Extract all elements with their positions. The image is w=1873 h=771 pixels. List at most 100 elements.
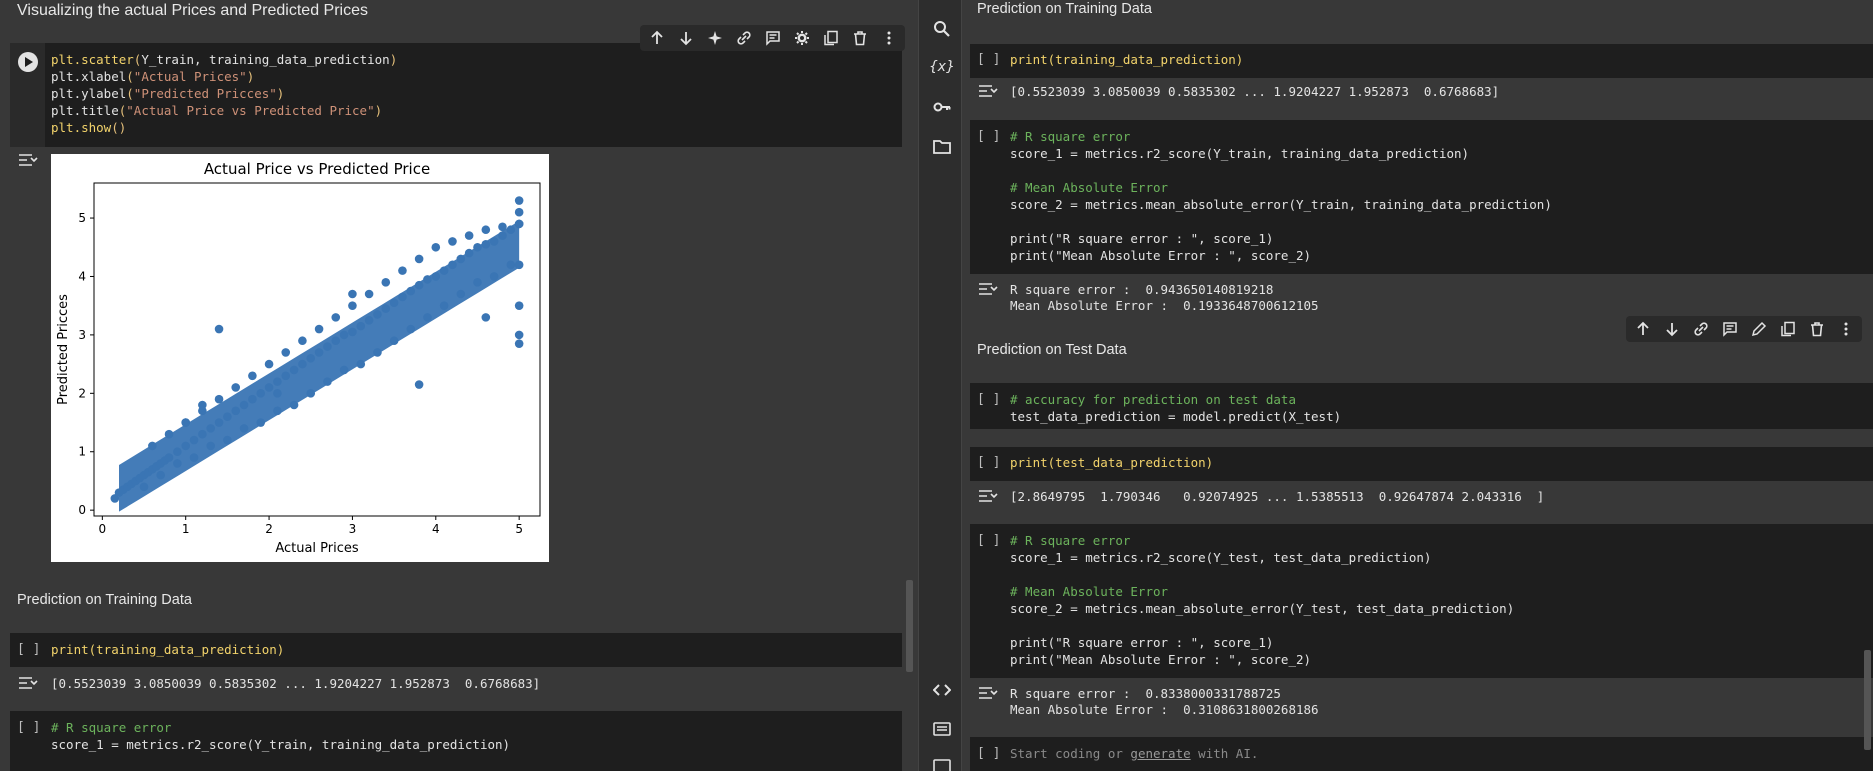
cell-run-bracket[interactable]: [ ] xyxy=(17,720,40,735)
scatter-point xyxy=(514,207,524,217)
cell-run-bracket[interactable]: [ ] xyxy=(977,52,1000,67)
code-cell-print-training[interactable]: [ ] print(training_data_prediction) xyxy=(10,633,902,667)
folder-icon[interactable] xyxy=(931,136,953,158)
scatter-point xyxy=(439,266,449,275)
code-cell-r-square[interactable]: [ ] # R square error score_1 = metrics.r… xyxy=(10,711,902,771)
output-toggle-icon[interactable] xyxy=(18,153,38,167)
scatter-point xyxy=(264,383,274,392)
output-toggle-icon[interactable] xyxy=(978,489,998,503)
cell-run-bracket[interactable]: [ ] xyxy=(977,746,1000,761)
output-toggle-icon[interactable] xyxy=(18,676,38,690)
generate-link[interactable]: generate xyxy=(1130,746,1190,761)
output-toggle-icon[interactable] xyxy=(978,686,998,700)
scatter-point xyxy=(389,298,399,308)
more-vert-icon[interactable] xyxy=(1833,317,1858,341)
code-cell-print-training[interactable]: [ ] print(training_data_prediction) xyxy=(970,44,1873,78)
left-scrollbar[interactable] xyxy=(906,580,913,672)
print-output: [2.8649795 1.790346 0.92074925 ... 1.538… xyxy=(1010,489,1545,504)
code-line: print("R square error : ", score_1) xyxy=(1010,231,1274,246)
run-cell-button[interactable] xyxy=(18,52,38,72)
scatter-point xyxy=(331,313,341,322)
code-icon[interactable] xyxy=(931,679,953,701)
key-icon[interactable] xyxy=(931,96,953,118)
link-icon[interactable] xyxy=(1688,317,1713,341)
x-tick-label: 3 xyxy=(349,522,357,536)
sparkle-icon[interactable] xyxy=(702,26,727,50)
trash-icon[interactable] xyxy=(847,26,872,50)
scatter-point xyxy=(431,272,441,281)
scatter-point xyxy=(156,470,165,480)
cell-run-bracket[interactable]: [ ] xyxy=(977,392,1000,407)
code-line-1: plt.scatter(Y_train, training_data_predi… xyxy=(51,52,398,67)
code-cell-test-prediction[interactable]: [ ] # accuracy for prediction on test da… xyxy=(970,383,1873,429)
x-axis-label: Actual Prices xyxy=(275,541,359,556)
comment-icon[interactable] xyxy=(1717,317,1742,341)
empty-cell-placeholder[interactable]: Start coding or generate with AI. xyxy=(1010,746,1258,761)
code-line: print("Mean Absolute Error : ", score_2) xyxy=(1010,248,1312,263)
terminal-icon[interactable] xyxy=(931,756,953,771)
code-cell-print-test[interactable]: [ ] print(test_data_prediction) xyxy=(970,447,1873,481)
code-comment: # accuracy for prediction on test data xyxy=(1010,392,1296,407)
variables-icon[interactable]: {x} xyxy=(929,56,954,78)
scatter-point xyxy=(498,231,507,240)
scatter-point xyxy=(498,222,507,232)
scatter-point xyxy=(339,330,349,340)
metrics-output-line-2: Mean Absolute Error : 0.3108631800268186 xyxy=(1010,702,1319,717)
output-toggle-icon[interactable] xyxy=(978,84,998,98)
code-cell-plot[interactable]: plt.scatter(Y_train, training_data_predi… xyxy=(10,43,902,147)
output-toggle-icon[interactable] xyxy=(978,282,998,296)
chart-title: Actual Price vs Predicted Price xyxy=(204,160,430,178)
scatter-point xyxy=(514,196,524,205)
scatter-point xyxy=(398,292,407,302)
section-heading-visualizing: Visualizing the actual Prices and Predic… xyxy=(17,2,368,19)
scatter-point xyxy=(373,348,382,357)
link-icon[interactable] xyxy=(731,26,756,50)
scatter-point xyxy=(481,313,491,322)
scatter-point xyxy=(439,301,449,310)
scatter-plot: 0 1 2 3 4 5 0 1 2 3 4 5 Actual Price vs Predicted Pr… xyxy=(56,160,541,556)
arrow-up-icon[interactable] xyxy=(1630,317,1655,341)
cell-run-bracket[interactable]: [ ] xyxy=(17,642,40,657)
trash-icon[interactable] xyxy=(1804,317,1829,341)
scatter-point xyxy=(473,278,482,287)
scatter-point xyxy=(514,339,524,348)
comment-icon[interactable] xyxy=(760,26,785,50)
pencil-icon[interactable] xyxy=(1746,317,1771,341)
search-icon[interactable] xyxy=(931,18,953,40)
cell-run-bracket[interactable]: [ ] xyxy=(977,455,1000,470)
right-scrollbar[interactable] xyxy=(1864,650,1871,750)
y-tick-label: 0 xyxy=(78,503,86,517)
scatter-point xyxy=(206,424,216,433)
scatter-point xyxy=(239,400,249,410)
scatter-point xyxy=(464,231,474,240)
mirror-cell-icon[interactable] xyxy=(818,26,843,50)
code-cell-test-metrics[interactable]: [ ] # R square error score_1 = metrics.r2… xyxy=(970,524,1873,678)
cell-run-bracket[interactable]: [ ] xyxy=(977,533,1000,548)
scatter-point xyxy=(314,324,324,334)
code-cell-train-metrics[interactable]: [ ] # R square error score_1 = metrics.r2… xyxy=(970,120,1873,274)
code-cell-empty[interactable]: [ ] Start coding or generate with AI. xyxy=(970,737,1873,771)
scatter-point xyxy=(423,313,432,322)
scatter-point xyxy=(164,453,174,462)
scatter-point xyxy=(481,240,491,249)
mirror-cell-icon[interactable] xyxy=(1775,317,1800,341)
command-palette-icon[interactable] xyxy=(931,718,953,740)
arrow-up-icon[interactable] xyxy=(644,26,669,50)
gear-icon[interactable] xyxy=(789,26,814,50)
scatter-point xyxy=(456,289,466,299)
more-vert-icon[interactable] xyxy=(876,26,901,50)
cell-run-bracket[interactable]: [ ] xyxy=(977,129,1000,144)
cell-toolbar xyxy=(1626,316,1862,342)
scatter-point xyxy=(181,441,191,451)
scatter-point xyxy=(398,266,407,275)
scatter-point xyxy=(514,301,524,310)
scatter-point xyxy=(348,327,357,337)
arrow-down-icon[interactable] xyxy=(673,26,698,50)
code-line: print(training_data_prediction) xyxy=(51,642,285,657)
scatter-point xyxy=(323,342,332,351)
arrow-down-icon[interactable] xyxy=(1659,317,1684,341)
section-heading-test: Prediction on Test Data xyxy=(977,342,1127,358)
scatter-plot-output: 0 1 2 3 4 5 0 1 2 3 4 5 Actual Price vs Predicted Pr… xyxy=(51,154,549,562)
scatter-point xyxy=(464,248,474,258)
x-tick-label: 2 xyxy=(265,522,273,536)
